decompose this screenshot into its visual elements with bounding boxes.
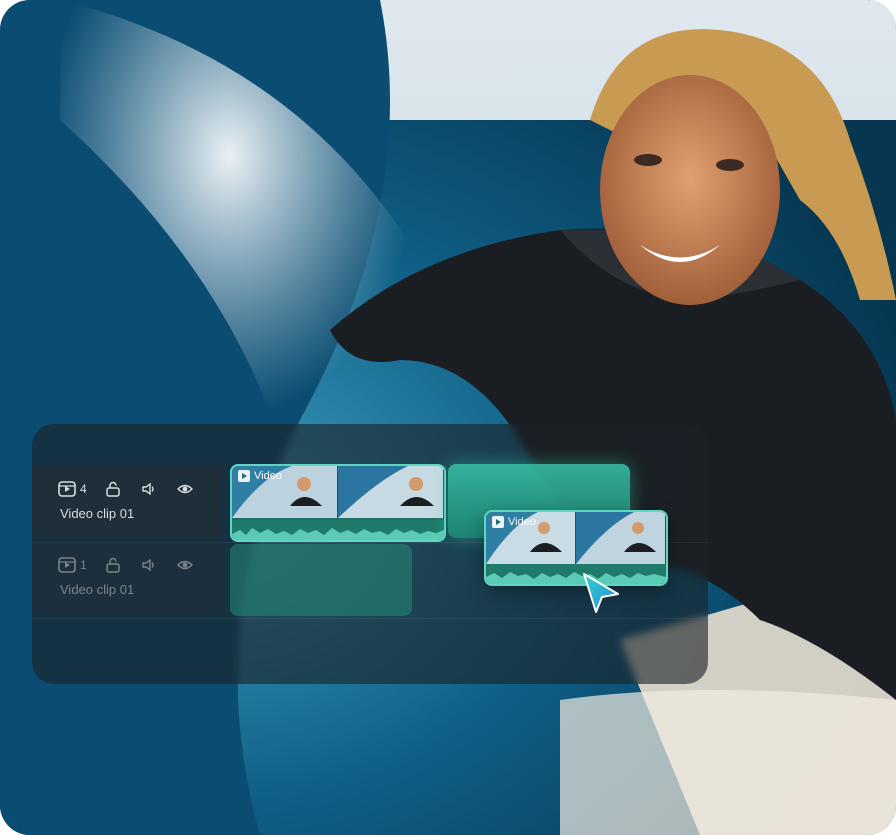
play-icon: [238, 470, 250, 482]
track-label: Video clip 01: [60, 582, 135, 597]
track-clip-count: 1: [80, 558, 87, 572]
dragging-video-clip[interactable]: Video: [484, 510, 668, 586]
clip-title: Video: [238, 470, 282, 482]
track-header-1[interactable]: 4 Video clip 01: [32, 466, 222, 538]
play-icon: [492, 516, 504, 528]
background-photo: [0, 0, 896, 835]
clip-title-text: Video: [508, 516, 536, 528]
video-track-icon[interactable]: [58, 556, 76, 574]
clip-thumbnail: [338, 466, 444, 518]
clip-title-text: Video: [254, 470, 282, 482]
video-track-icon[interactable]: [58, 480, 76, 498]
clip-title: Video: [492, 516, 536, 528]
speaker-icon[interactable]: [141, 480, 157, 498]
eye-icon[interactable]: [176, 556, 193, 574]
track-header-2[interactable]: 1 Video clip 01: [32, 542, 222, 614]
audio-waveform: [232, 520, 444, 540]
track-controls: 1: [58, 556, 193, 574]
app-frame: 4 Video clip 01 1 Video clip 01 Video Vi…: [0, 0, 896, 835]
audio-waveform: [486, 564, 666, 584]
track-label: Video clip 01: [60, 506, 135, 521]
track-clip-count: 4: [80, 482, 87, 496]
pointer-cursor-icon: [578, 570, 622, 621]
unlock-icon[interactable]: [105, 480, 121, 498]
video-clip[interactable]: Video: [230, 464, 446, 542]
unlock-icon[interactable]: [105, 556, 121, 574]
speaker-icon[interactable]: [141, 556, 157, 574]
track-controls: 4: [58, 480, 193, 498]
eye-icon[interactable]: [176, 480, 193, 498]
video-clip-placeholder[interactable]: [230, 544, 412, 616]
clip-thumbnail: [576, 512, 666, 564]
